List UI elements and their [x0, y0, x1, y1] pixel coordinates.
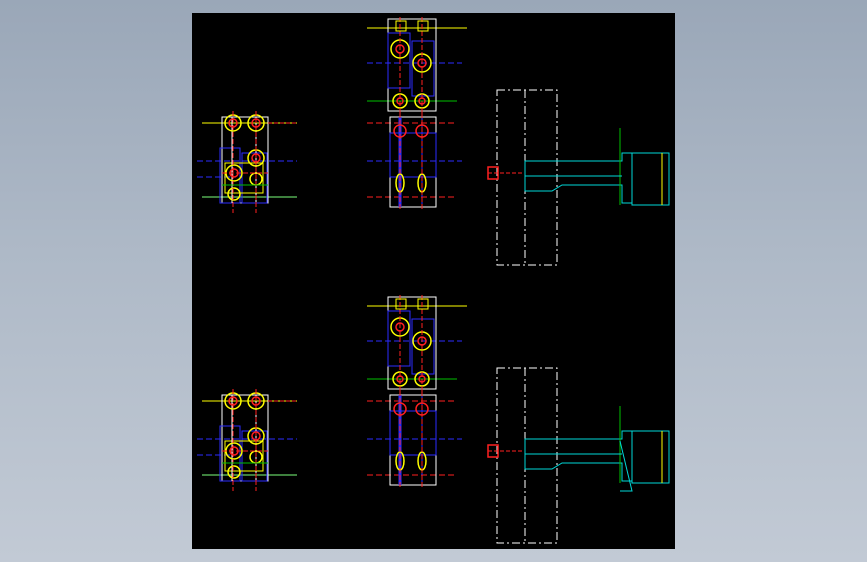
section-view-top — [487, 89, 670, 266]
front-view-bottom — [367, 295, 467, 487]
section-view-bottom — [487, 367, 670, 544]
drawing-sheet[interactable] — [192, 13, 675, 549]
front-view-top — [367, 17, 467, 209]
side-view-bottom — [197, 389, 297, 491]
cad-drawing-canvas — [197, 17, 670, 544]
side-view-top — [197, 111, 297, 213]
